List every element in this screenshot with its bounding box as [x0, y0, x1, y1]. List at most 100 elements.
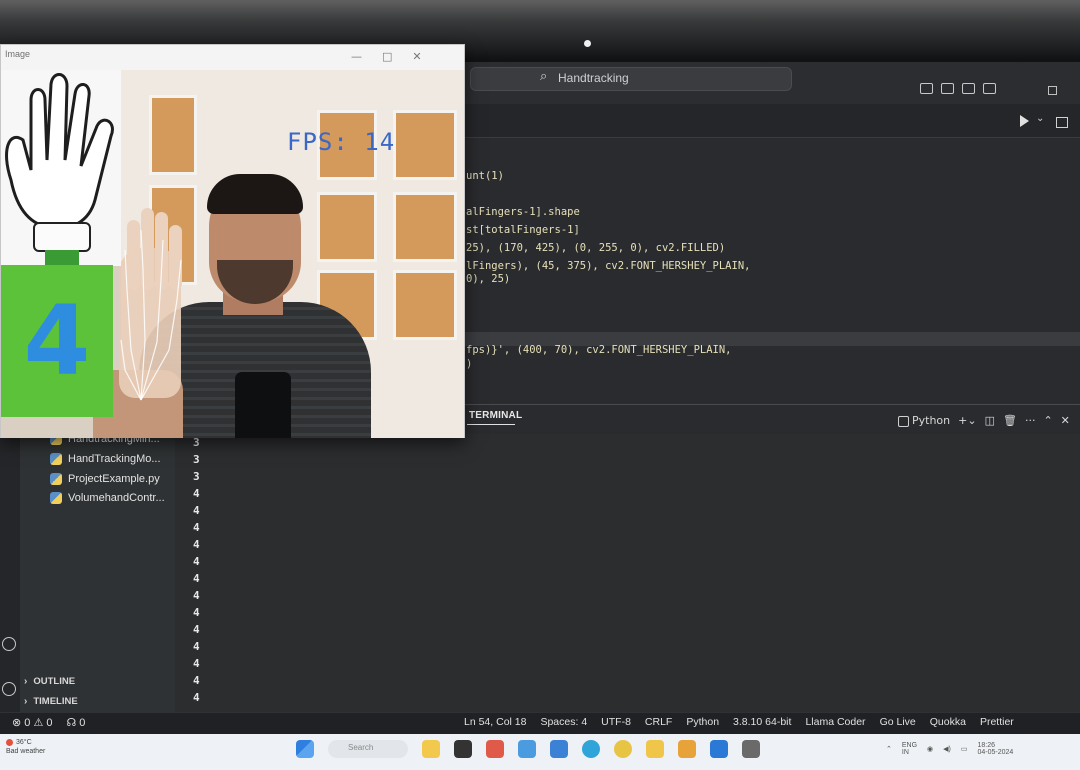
windows-start-icon[interactable] — [296, 740, 314, 758]
widgets-icon[interactable] — [422, 740, 440, 758]
finger-count-number: 4 — [23, 285, 91, 397]
prettier-status[interactable]: Prettier — [980, 716, 1014, 728]
toggle-panel-icon[interactable] — [941, 83, 954, 94]
app-icon[interactable] — [486, 740, 504, 758]
person-hair — [207, 174, 303, 214]
file-explorer-icon[interactable] — [646, 740, 664, 758]
tab-terminal[interactable]: TERMINAL — [469, 410, 522, 421]
settings-gear-icon[interactable] — [2, 682, 16, 696]
customize-layout-icon[interactable] — [983, 83, 996, 94]
toggle-sidebar-icon[interactable] — [920, 83, 933, 94]
battery-icon[interactable]: ▭ — [961, 745, 968, 753]
llama-coder-status[interactable]: Llama Coder — [805, 716, 865, 728]
close-icon[interactable]: ✕ — [412, 50, 421, 63]
plus-icon[interactable]: +⌄ — [958, 414, 976, 427]
file-name: ProjectExample.py — [68, 473, 160, 485]
line-ending[interactable]: CRLF — [645, 716, 672, 728]
file-name: HandTrackingMo... — [68, 453, 161, 465]
close-panel-icon[interactable]: ✕ — [1061, 414, 1070, 427]
terminal-line: 4 — [193, 555, 200, 568]
webcam-feed: 4 FPS: 14 — [1, 70, 464, 438]
language-indicator[interactable]: ENG IN — [902, 742, 917, 756]
code-line: ) — [466, 358, 473, 370]
app-icon[interactable] — [518, 740, 536, 758]
editor-tab-strip — [460, 104, 1080, 138]
chrome-icon[interactable] — [614, 740, 632, 758]
explorer-file-item[interactable]: ProjectExample.py — [50, 470, 160, 488]
terminal-line: 4 — [193, 504, 200, 517]
indentation[interactable]: Spaces: 4 — [540, 716, 587, 728]
minimize-icon[interactable]: — — [351, 50, 362, 63]
split-terminal-icon[interactable]: ◫ — [985, 414, 995, 427]
command-center[interactable] — [470, 67, 792, 91]
landmark-line — [140, 230, 146, 401]
chevron-down-icon[interactable]: ⌄ — [1036, 113, 1044, 124]
maximize-panel-icon[interactable]: ⌃ — [1043, 414, 1052, 427]
clock[interactable]: 18:26 04-05-2024 — [978, 742, 1014, 756]
timeline-section-header[interactable]: › TIMELINE — [24, 696, 78, 707]
maximize-icon[interactable]: □ — [382, 50, 392, 63]
volume-icon[interactable]: ◀) — [943, 745, 951, 753]
split-editor-icon[interactable] — [1056, 117, 1068, 128]
python-icon[interactable] — [550, 740, 568, 758]
more-actions-icon[interactable]: ··· — [1025, 414, 1036, 427]
lang-code: ENG — [901, 742, 918, 749]
finger-count-image-panel — [1, 70, 121, 270]
edge-icon[interactable] — [582, 740, 600, 758]
taskbar-apps: Search — [296, 740, 760, 758]
terminal-line: 4 — [193, 589, 200, 602]
lang-region: IN — [901, 749, 909, 756]
landmark-line — [124, 249, 142, 401]
trash-icon[interactable]: 🗑 — [1003, 414, 1017, 427]
terminal-line: 4 — [193, 606, 200, 619]
opencv-image-window[interactable]: Image — □ ✕ 4 FPS: 14 — [0, 44, 465, 438]
chevron-up-icon[interactable]: ⌃ — [886, 745, 892, 753]
layout-controls — [920, 83, 996, 94]
quokka-status[interactable]: Quokka — [930, 716, 966, 728]
cursor-position[interactable]: Ln 54, Col 18 — [464, 716, 526, 728]
window-controls: — □ ✕ — [351, 50, 422, 63]
wifi-icon[interactable]: ◉ — [927, 745, 933, 753]
cabinet-door — [393, 110, 457, 180]
restore-window-icon[interactable] — [1048, 86, 1057, 95]
ports-indicator[interactable]: ☊ 0 — [66, 716, 85, 729]
go-live-button[interactable]: Go Live — [880, 716, 916, 728]
encoding[interactable]: UTF-8 — [601, 716, 631, 728]
date: 04-05-2024 — [977, 749, 1014, 756]
glove-cuff — [33, 222, 91, 252]
terminal-shell-selector[interactable]: Python — [898, 414, 950, 427]
python-file-icon — [50, 473, 62, 485]
code-editor[interactable] — [460, 138, 1080, 408]
python-interpreter[interactable]: 3.8.10 64-bit — [733, 716, 791, 728]
app-icon[interactable] — [742, 740, 760, 758]
status-right: Ln 54, Col 18 Spaces: 4 UTF-8 CRLF Pytho… — [464, 716, 1014, 728]
webcam-dot — [584, 40, 591, 47]
explorer-file-item[interactable]: VolumehandContr... — [50, 489, 165, 507]
outline-section-header[interactable]: › OUTLINE — [24, 676, 75, 687]
window-titlebar[interactable]: Image — □ ✕ — [1, 45, 464, 70]
explorer-file-item[interactable]: HandTrackingMo... — [50, 450, 161, 468]
terminal-line: 3 — [193, 470, 200, 483]
taskbar-search[interactable]: Search — [328, 740, 408, 758]
weather-widget[interactable]: 36°C Bad weather — [6, 738, 45, 756]
run-python-file-icon[interactable] — [1020, 115, 1029, 127]
language-mode[interactable]: Python — [686, 716, 719, 728]
panel-actions: Python +⌄ ◫ 🗑 ··· ⌃ ✕ — [898, 414, 1070, 427]
file-name: VolumehandContr... — [68, 492, 165, 504]
terminal-output[interactable] — [175, 434, 1080, 712]
terminal-line: 3 — [193, 453, 200, 466]
command-center-text: Handtracking — [558, 71, 629, 85]
glove-outline — [5, 73, 114, 230]
python-file-icon — [50, 453, 62, 465]
toggle-secondary-sidebar-icon[interactable] — [962, 83, 975, 94]
terminal-shell-label: Python — [912, 414, 951, 427]
account-icon[interactable] — [2, 637, 16, 651]
brave-icon[interactable] — [678, 740, 696, 758]
chevron-right-icon: › — [24, 676, 28, 687]
task-view-icon[interactable] — [454, 740, 472, 758]
code-line: st[totalFingers-1] — [466, 224, 580, 236]
problems-indicator[interactable]: ⊗ 0 ⚠ 0 — [12, 716, 52, 729]
vscode-icon[interactable] — [710, 740, 728, 758]
cabinet-door — [149, 95, 197, 175]
terminal-line: 4 — [193, 521, 200, 534]
